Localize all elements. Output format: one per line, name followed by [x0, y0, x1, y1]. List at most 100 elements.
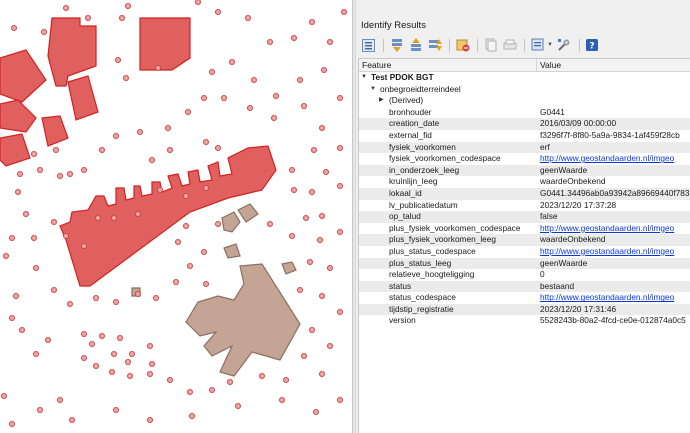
tree-point[interactable] — [250, 77, 257, 84]
attribute-row[interactable]: fysiek_voorkomen_codespace http://www.geo… — [359, 153, 690, 165]
tree-point[interactable] — [288, 232, 295, 239]
tree-point[interactable] — [57, 172, 64, 179]
tree-point[interactable] — [148, 360, 155, 367]
tree-point[interactable] — [109, 368, 116, 375]
tree-point[interactable] — [214, 8, 221, 15]
tree-point[interactable] — [51, 218, 58, 225]
tree-point[interactable] — [336, 308, 343, 315]
tree-point[interactable] — [244, 14, 251, 21]
tree-point[interactable] — [272, 93, 279, 100]
building-polygon[interactable] — [47, 17, 97, 87]
tree-point[interactable] — [214, 220, 221, 227]
tree-point[interactable] — [266, 39, 273, 46]
chevron-down-icon[interactable]: ▼ — [370, 84, 376, 96]
tree-point[interactable] — [37, 406, 44, 413]
chevron-down-icon[interactable]: ▼ — [361, 72, 367, 84]
tree-point[interactable] — [336, 396, 343, 403]
tree-point[interactable] — [302, 214, 309, 221]
tree-point[interactable] — [246, 105, 253, 112]
building-polygon[interactable] — [67, 75, 99, 121]
tree-point[interactable] — [8, 314, 15, 321]
tree-point[interactable] — [326, 264, 333, 271]
tree-point[interactable] — [200, 95, 207, 102]
attribute-row[interactable]: plus_status_leeg geenWaarde — [359, 257, 690, 270]
tree-point[interactable] — [37, 166, 44, 173]
tree-point[interactable] — [214, 144, 221, 151]
building-polygon[interactable] — [0, 49, 47, 103]
tree-point[interactable] — [45, 336, 52, 343]
tree-point[interactable] — [123, 75, 130, 82]
tree-point[interactable] — [113, 406, 120, 413]
selected-feature-polygon[interactable] — [237, 203, 259, 223]
tree-point[interactable] — [340, 8, 347, 15]
attribute-link[interactable]: http://www.geostandaarden.nl/imgeo — [540, 223, 674, 233]
tree-point[interactable] — [318, 370, 325, 377]
column-header-feature[interactable]: Feature — [359, 59, 537, 71]
tree-point[interactable] — [69, 416, 76, 423]
help-icon[interactable]: ? — [584, 37, 601, 53]
derived-row[interactable]: ▶ (Derived) — [359, 95, 690, 107]
tree-point[interactable] — [208, 69, 215, 76]
feature-row[interactable]: ▼ onbegroeidterreindeel — [359, 84, 690, 96]
tree-point[interactable] — [22, 210, 29, 217]
tree-point[interactable] — [111, 350, 118, 357]
tree-point[interactable] — [195, 0, 201, 5]
tree-point[interactable] — [33, 350, 40, 357]
tree-point[interactable] — [202, 138, 209, 145]
map-canvas[interactable] — [0, 0, 352, 433]
building-polygon[interactable] — [0, 133, 31, 167]
tree-point[interactable] — [282, 376, 289, 383]
tree-point[interactable] — [30, 234, 37, 241]
tree-point[interactable] — [81, 242, 88, 249]
expand-icon[interactable] — [360, 37, 377, 53]
attribute-row[interactable]: bronhouder G0441 — [359, 106, 690, 119]
expand-new-icon[interactable] — [407, 37, 424, 53]
tree-point[interactable] — [288, 166, 295, 173]
attribute-row[interactable]: plus_fysiek_voorkomen_leeg waardeOnbekend — [359, 234, 690, 246]
tree-point[interactable] — [154, 65, 161, 72]
tree-point[interactable] — [51, 286, 58, 293]
tree-point[interactable] — [127, 372, 134, 379]
attribute-row[interactable]: plus_status_codespace http://www.geostand… — [359, 245, 690, 258]
tree-point[interactable] — [93, 362, 100, 369]
tree-point[interactable] — [99, 332, 106, 339]
tree-point[interactable] — [326, 342, 333, 349]
tree-point[interactable] — [12, 292, 19, 299]
tree-point[interactable] — [186, 388, 193, 395]
tree-point[interactable] — [63, 232, 70, 239]
selected-feature-polygon[interactable] — [185, 263, 301, 377]
tree-point[interactable] — [30, 150, 37, 157]
attribute-row[interactable]: lv_publicatiedatum 2023/12/20 17:37:28 — [359, 199, 690, 212]
attribute-link[interactable]: http://www.geostandaarden.nl/imgeo — [540, 292, 674, 302]
selected-feature-polygon[interactable] — [223, 243, 241, 259]
tree-point[interactable] — [125, 358, 132, 365]
tree-point[interactable] — [300, 103, 307, 110]
tree-point[interactable] — [99, 146, 106, 153]
copy-feature-icon[interactable] — [482, 37, 499, 53]
tree-point[interactable] — [316, 236, 323, 243]
tree-point[interactable] — [182, 192, 189, 199]
layer-row[interactable]: ▼ Test PDOK BGT — [359, 72, 690, 84]
tree-point[interactable] — [174, 238, 181, 245]
clear-results-icon[interactable] — [454, 37, 471, 53]
tree-point[interactable] — [310, 146, 317, 153]
selected-feature-polygon[interactable] — [221, 211, 241, 233]
tree-point[interactable] — [67, 300, 74, 307]
tree-point[interactable] — [85, 14, 92, 21]
tree-point[interactable] — [156, 186, 163, 193]
tree-point[interactable] — [81, 166, 88, 173]
tree-point[interactable] — [336, 182, 343, 189]
tree-point[interactable] — [186, 262, 193, 269]
tree-point[interactable] — [53, 146, 60, 153]
tree-point[interactable] — [16, 170, 23, 177]
tree-point[interactable] — [172, 278, 179, 285]
tree-point[interactable] — [134, 290, 141, 297]
tree-point[interactable] — [234, 402, 241, 409]
tree-point[interactable] — [1, 392, 7, 399]
tree-point[interactable] — [266, 220, 273, 227]
building-polygon[interactable] — [41, 115, 69, 147]
attribute-row[interactable]: fysiek_voorkomen erf — [359, 141, 690, 154]
attribute-row[interactable]: external_fid f3296f7f-8f80-5a9a-9834-1af4… — [359, 129, 690, 142]
tree-point[interactable] — [125, 3, 132, 9]
tree-point[interactable] — [81, 330, 88, 337]
